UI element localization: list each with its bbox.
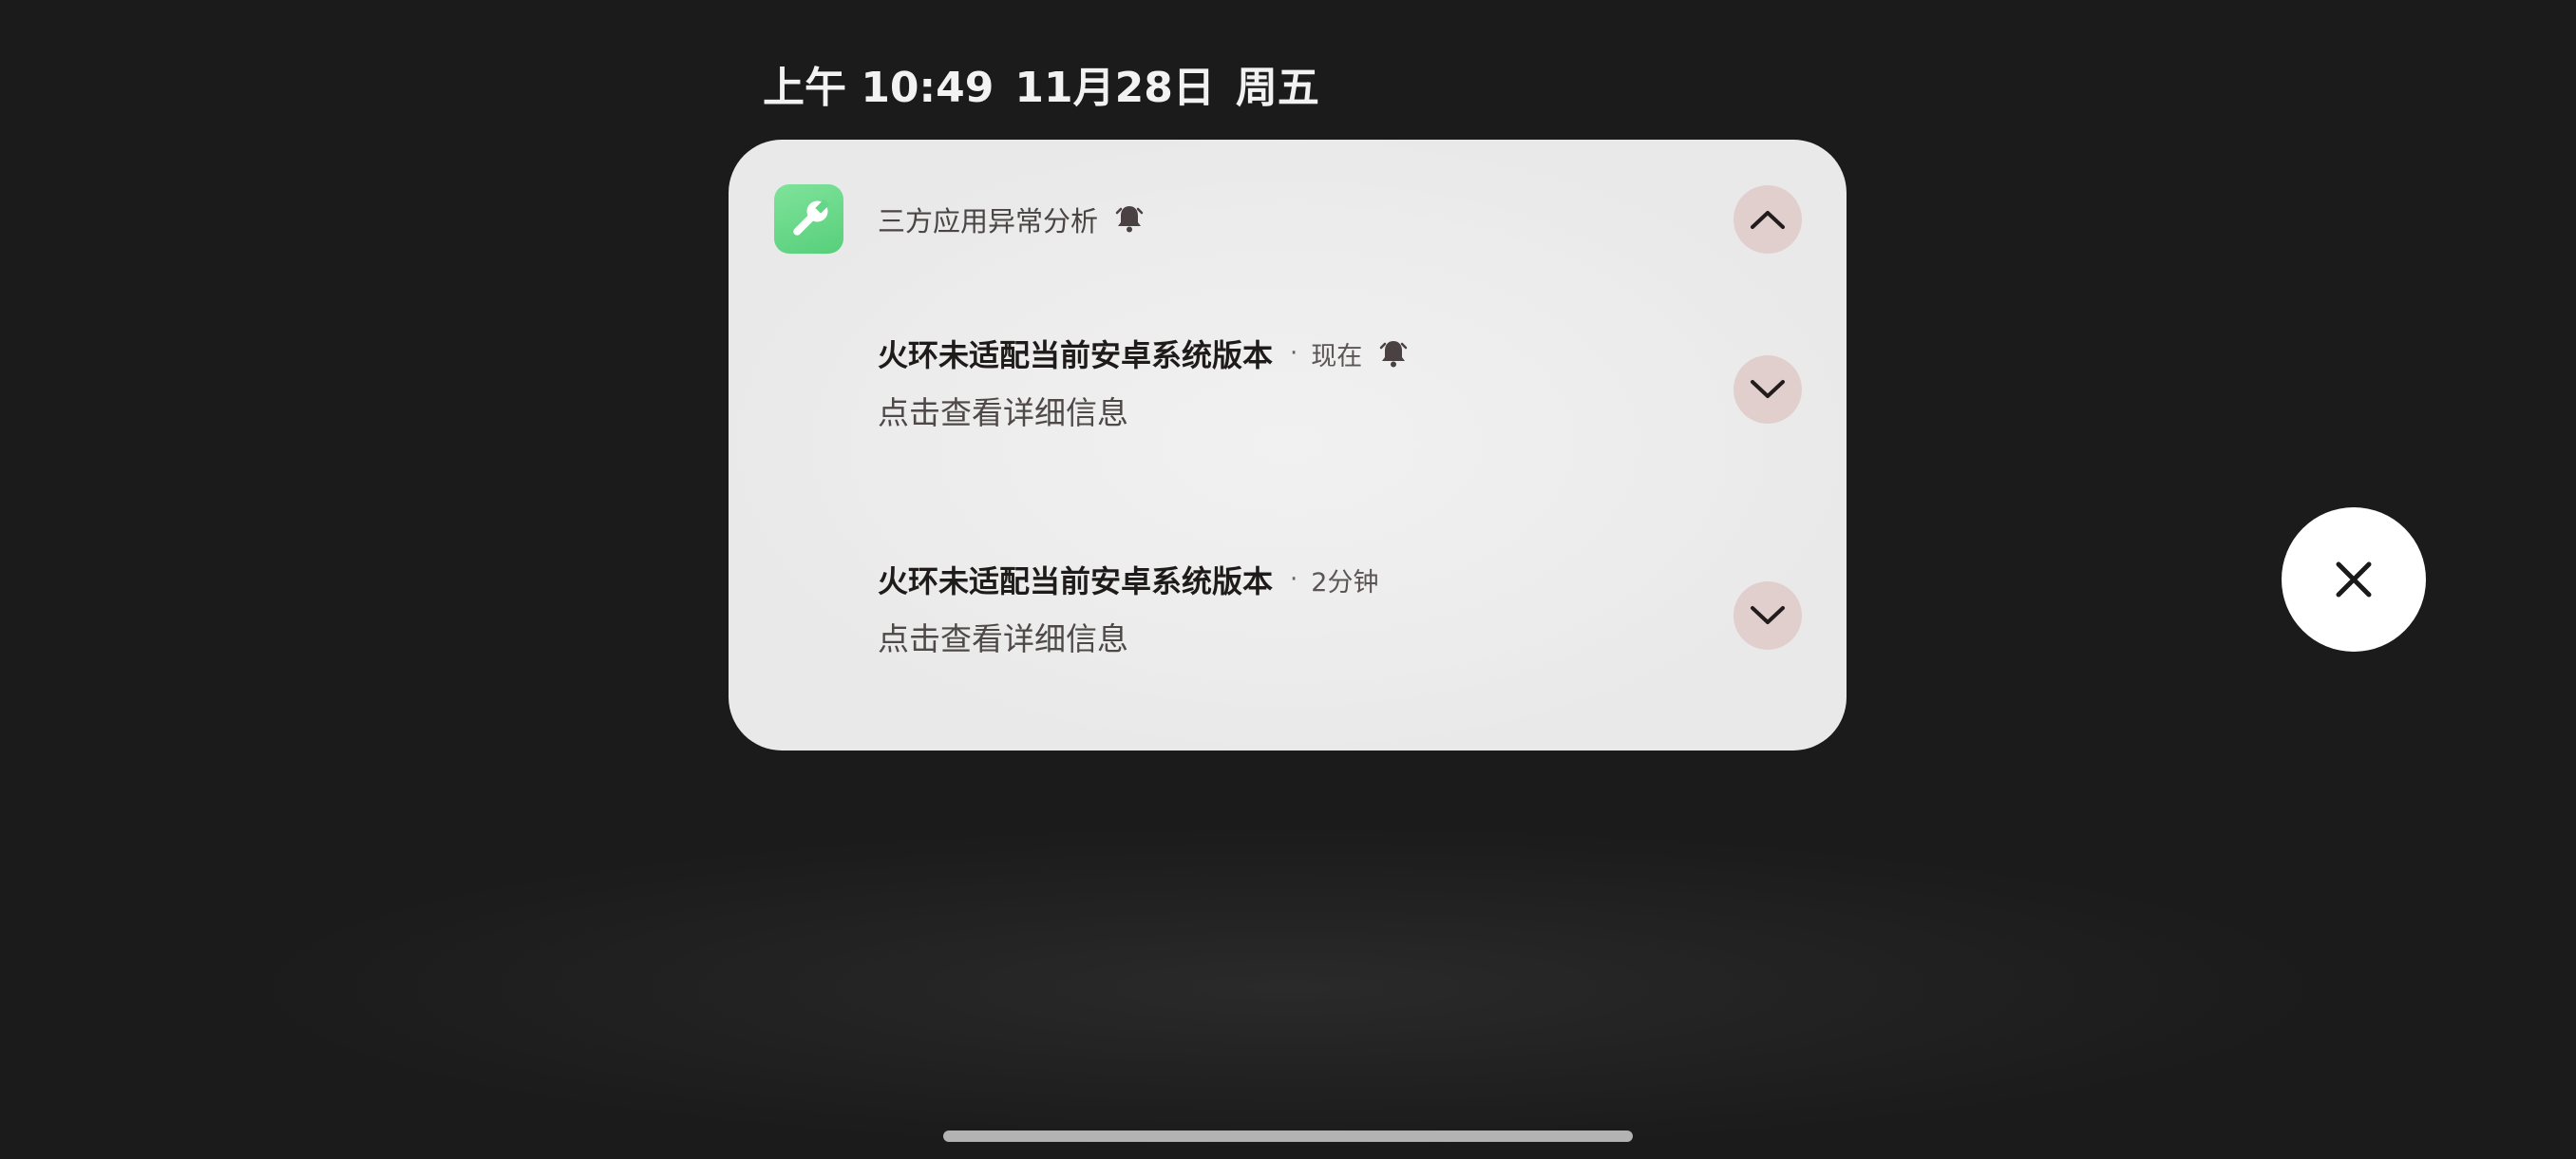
notification-1-header[interactable]: 火环未适配当前安卓系统版本 · 现在 xyxy=(878,332,1410,374)
separator-dot: · xyxy=(1290,339,1298,368)
notification-body[interactable]: 点击查看详细信息 xyxy=(878,616,1128,657)
notification-time: 2分钟 xyxy=(1311,567,1379,598)
separator-dot: · xyxy=(1290,565,1298,594)
status-datetime: 上午 10:49 11月28日 周五 xyxy=(763,53,1340,114)
close-icon xyxy=(2336,561,2372,598)
notification-title: 火环未适配当前安卓系统版本 xyxy=(878,563,1274,599)
status-time: 上午 10:49 xyxy=(763,64,994,112)
app-name: 三方应用异常分析 xyxy=(878,205,1099,238)
notification-title: 火环未适配当前安卓系统版本 xyxy=(878,337,1274,373)
collapse-group-button[interactable] xyxy=(1733,185,1802,254)
notification-card[interactable]: 三方应用异常分析 火环未适配当前安卓系统版本 · 现在 点击查看详细信息 火环未… xyxy=(729,140,1847,750)
chevron-down-icon xyxy=(1751,606,1785,624)
chevron-down-icon xyxy=(1751,380,1785,398)
notification-2-header[interactable]: 火环未适配当前安卓系统版本 · 2分钟 xyxy=(878,559,1378,600)
status-date: 11月28日 xyxy=(1014,64,1215,112)
app-icon xyxy=(774,184,843,254)
notification-body[interactable]: 点击查看详细信息 xyxy=(878,390,1128,431)
status-weekday: 周五 xyxy=(1235,64,1319,112)
expand-notification-button[interactable] xyxy=(1733,581,1802,650)
alert-bell-icon xyxy=(1377,337,1410,370)
notification-time: 现在 xyxy=(1311,341,1363,371)
alert-bell-icon xyxy=(1113,202,1146,235)
chevron-up-icon xyxy=(1751,211,1785,229)
wrench-icon xyxy=(792,199,829,236)
clear-notifications-button[interactable] xyxy=(2282,507,2426,652)
home-indicator[interactable] xyxy=(943,1130,1633,1142)
expand-notification-button[interactable] xyxy=(1733,355,1802,424)
